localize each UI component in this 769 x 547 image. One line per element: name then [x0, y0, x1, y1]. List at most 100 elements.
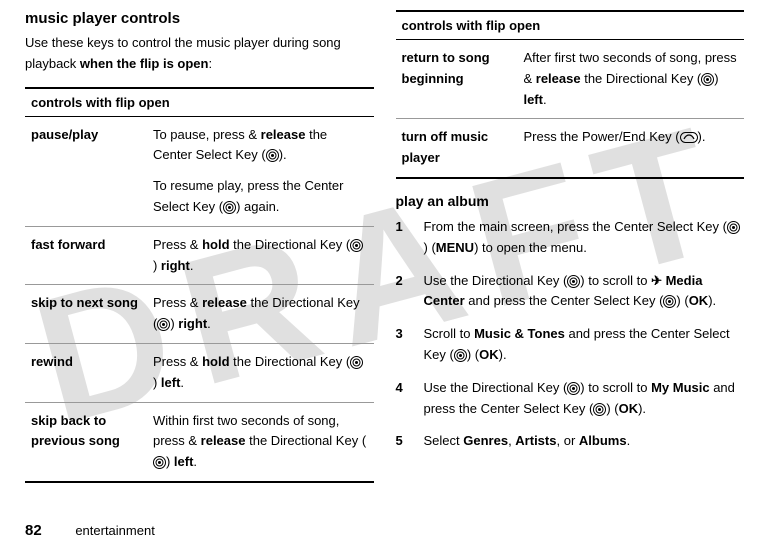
list-item: Use the Directional Key () to scroll to …: [396, 271, 745, 313]
text: ) to open the menu.: [474, 240, 587, 255]
text: ): [714, 71, 718, 86]
row-label: rewind: [25, 343, 147, 402]
text: left: [174, 454, 194, 469]
table-header-left: controls with flip open: [25, 88, 374, 117]
text: ): [153, 375, 161, 390]
text: ) to scroll to: [580, 380, 651, 395]
center-select-key-icon: [223, 201, 236, 214]
text: ) to scroll to: [580, 273, 651, 288]
controls-table-left: controls with flip open pause/play To pa…: [25, 87, 374, 483]
text: ).: [698, 129, 706, 144]
page-footer: 82 entertainment: [25, 522, 155, 539]
text: .: [180, 375, 184, 390]
text: ) (: [467, 347, 479, 362]
center-select-key-icon: [593, 403, 606, 416]
table-row: turn off music player Press the Power/En…: [396, 119, 745, 178]
center-select-key-icon: [266, 149, 279, 162]
table-row: rewind Press & hold the Directional Key …: [25, 343, 374, 402]
row-label: pause/play: [25, 116, 147, 226]
text: ).: [708, 293, 716, 308]
text: the Directional Key (: [245, 433, 366, 448]
text: release: [536, 71, 581, 86]
list-item: Select Genres, Artists, or Albums.: [396, 431, 745, 452]
text: Scroll to: [424, 326, 475, 341]
text: From the main screen, press the Center S…: [424, 219, 727, 234]
row-label: turn off music player: [396, 119, 518, 178]
row-label: return to song beginning: [396, 40, 518, 119]
text: ).: [279, 147, 287, 162]
text: right: [161, 258, 190, 273]
page-content: music player controls Use these keys to …: [0, 0, 769, 510]
text: hold: [202, 354, 229, 369]
intro-text: Use these keys to control the music play…: [25, 33, 374, 75]
text: ) again.: [236, 199, 279, 214]
text: .: [207, 316, 211, 331]
text: the Directional Key (: [230, 354, 351, 369]
table-row: skip back to previous song Within first …: [25, 402, 374, 482]
directional-key-icon: [567, 382, 580, 395]
menu-label: OK: [689, 293, 709, 308]
list-item: Use the Directional Key () to scroll to …: [396, 378, 745, 420]
menu-label: Music & Tones: [474, 326, 565, 341]
menu-label: MENU: [436, 240, 474, 255]
steps-list: From the main screen, press the Center S…: [396, 217, 745, 452]
text: release: [261, 127, 306, 142]
text: ) (: [424, 240, 436, 255]
text: hold: [202, 237, 229, 252]
text: .: [627, 433, 631, 448]
directional-key-icon: [157, 318, 170, 331]
row-label: skip back to previous song: [25, 402, 147, 482]
page-number: 82: [25, 522, 42, 539]
menu-label: Genres: [463, 433, 508, 448]
section-name: entertainment: [75, 523, 155, 538]
text: ).: [499, 347, 507, 362]
text: ).: [638, 401, 646, 416]
row-desc: To pause, press & release the Center Sel…: [147, 116, 374, 226]
list-item: From the main screen, press the Center S…: [396, 217, 745, 259]
power-end-key-icon: [680, 132, 698, 143]
center-select-key-icon: [454, 349, 467, 362]
row-label: skip to next song: [25, 285, 147, 344]
row-desc: Press & release the Directional Key () r…: [147, 285, 374, 344]
center-select-key-icon: [727, 221, 740, 234]
text: the Directional Key (: [230, 237, 351, 252]
left-column: music player controls Use these keys to …: [25, 10, 374, 510]
directional-key-icon: [153, 456, 166, 469]
row-desc: Press the Power/End Key ().: [517, 119, 744, 178]
text: ) (: [606, 401, 618, 416]
row-label: fast forward: [25, 226, 147, 285]
table-header-right: controls with flip open: [396, 11, 745, 40]
text: ): [166, 454, 174, 469]
table-row: return to song beginning After first two…: [396, 40, 745, 119]
menu-label: Artists: [515, 433, 556, 448]
row-desc: Within first two seconds of song, press …: [147, 402, 374, 482]
intro-c: :: [208, 56, 212, 71]
text: Press &: [153, 237, 202, 252]
text: Use the Directional Key (: [424, 273, 568, 288]
table-row: skip to next song Press & release the Di…: [25, 285, 374, 344]
text: the Directional Key (: [581, 71, 702, 86]
menu-label: My Music: [651, 380, 710, 395]
list-item: Scroll to Music & Tones and press the Ce…: [396, 324, 745, 366]
text: Use the Directional Key (: [424, 380, 568, 395]
directional-key-icon: [701, 73, 714, 86]
subsection-title: play an album: [396, 193, 745, 209]
table-row: fast forward Press & hold the Directiona…: [25, 226, 374, 285]
text: Select: [424, 433, 464, 448]
row-desc: After first two seconds of song, press &…: [517, 40, 744, 119]
directional-key-icon: [350, 356, 363, 369]
menu-label: OK: [479, 347, 499, 362]
text: release: [201, 433, 246, 448]
text: ): [153, 258, 161, 273]
text: right: [178, 316, 207, 331]
text: .: [543, 92, 547, 107]
section-title: music player controls: [25, 10, 374, 27]
text: .: [190, 258, 194, 273]
text: , or: [556, 433, 578, 448]
table-row: pause/play To pause, press & release the…: [25, 116, 374, 226]
media-icon: ✈: [651, 273, 662, 288]
text: Press the Power/End Key (: [523, 129, 679, 144]
text: To pause, press &: [153, 127, 261, 142]
text: left: [161, 375, 181, 390]
text: .: [193, 454, 197, 469]
